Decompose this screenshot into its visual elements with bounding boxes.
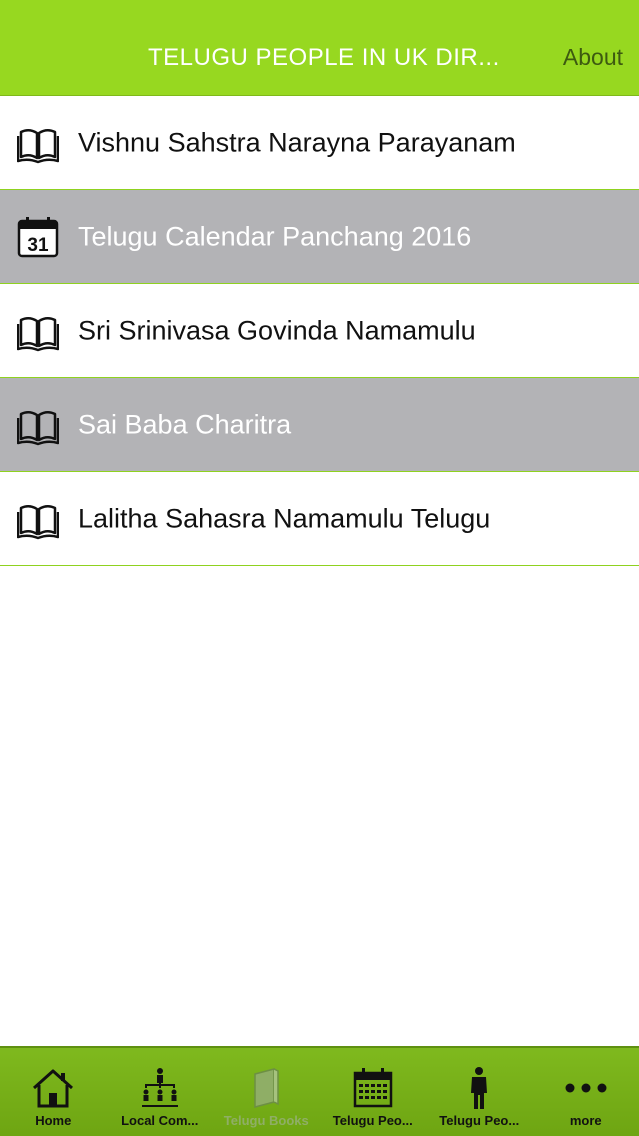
page-title: TELUGU PEOPLE IN UK DIR...	[148, 44, 500, 71]
tab-label: Telugu Books	[223, 1113, 309, 1128]
book-icon	[17, 504, 59, 539]
about-button[interactable]: About	[563, 44, 623, 71]
tab-label: Telugu Peo...	[439, 1113, 520, 1128]
tab-label: Home	[35, 1113, 72, 1128]
tab-label: more	[569, 1113, 602, 1128]
tab-telugu-people-directory[interactable]: Telugu Peo...	[426, 1048, 533, 1136]
list-item[interactable]: Sai Baba Charitra	[0, 378, 639, 472]
tab-telugu-books[interactable]: Telugu Books	[213, 1048, 320, 1136]
list-item-label: Vishnu Sahstra Narayna Parayanam	[78, 127, 516, 157]
list-item-label: Lalitha Sahasra Namamulu Telugu	[78, 503, 491, 533]
list-item-label: Sri Srinivasa Govinda Namamulu	[78, 315, 476, 345]
list-item[interactable]: Sri Srinivasa Govinda Namamulu	[0, 284, 639, 378]
app-screen: TELUGU PEOPLE IN UK DIR... About Vishnu …	[0, 0, 639, 1136]
list-item[interactable]: Lalitha Sahasra Namamulu Telugu	[0, 472, 639, 566]
tab-home[interactable]: Home	[0, 1048, 107, 1136]
tab-label: Telugu Peo...	[332, 1113, 413, 1128]
calendar-grid-icon	[353, 1068, 392, 1108]
closed-book-icon	[254, 1068, 279, 1108]
list-item-label: Telugu Calendar Panchang 2016	[78, 221, 472, 251]
book-icon	[17, 316, 59, 351]
list-item-label: Sai Baba Charitra	[78, 409, 292, 439]
book-icon	[17, 128, 59, 163]
list-item[interactable]: Vishnu Sahstra Narayna Parayanam	[0, 96, 639, 190]
nav-bar: TELUGU PEOPLE IN UK DIR... About	[0, 0, 639, 96]
tab-local-communities[interactable]: Local Com...	[107, 1048, 214, 1136]
tab-telugu-people-events[interactable]: Telugu Peo...	[320, 1048, 427, 1136]
person-icon	[471, 1067, 488, 1109]
org-chart-icon	[141, 1068, 178, 1107]
book-icon	[17, 410, 59, 445]
more-dots-icon	[565, 1083, 607, 1093]
calendar-icon: 31	[17, 216, 59, 257]
tab-more[interactable]: more	[533, 1048, 639, 1136]
tab-bar: Home Local Com... Telugu Books Telugu Pe…	[0, 1046, 639, 1136]
calendar-day-text: 31	[27, 235, 49, 256]
home-icon	[33, 1069, 74, 1108]
books-list: Vishnu Sahstra Narayna Parayanam 31 Telu…	[0, 96, 639, 566]
tab-label: Local Com...	[121, 1113, 199, 1128]
list-item[interactable]: 31 Telugu Calendar Panchang 2016	[0, 190, 639, 284]
